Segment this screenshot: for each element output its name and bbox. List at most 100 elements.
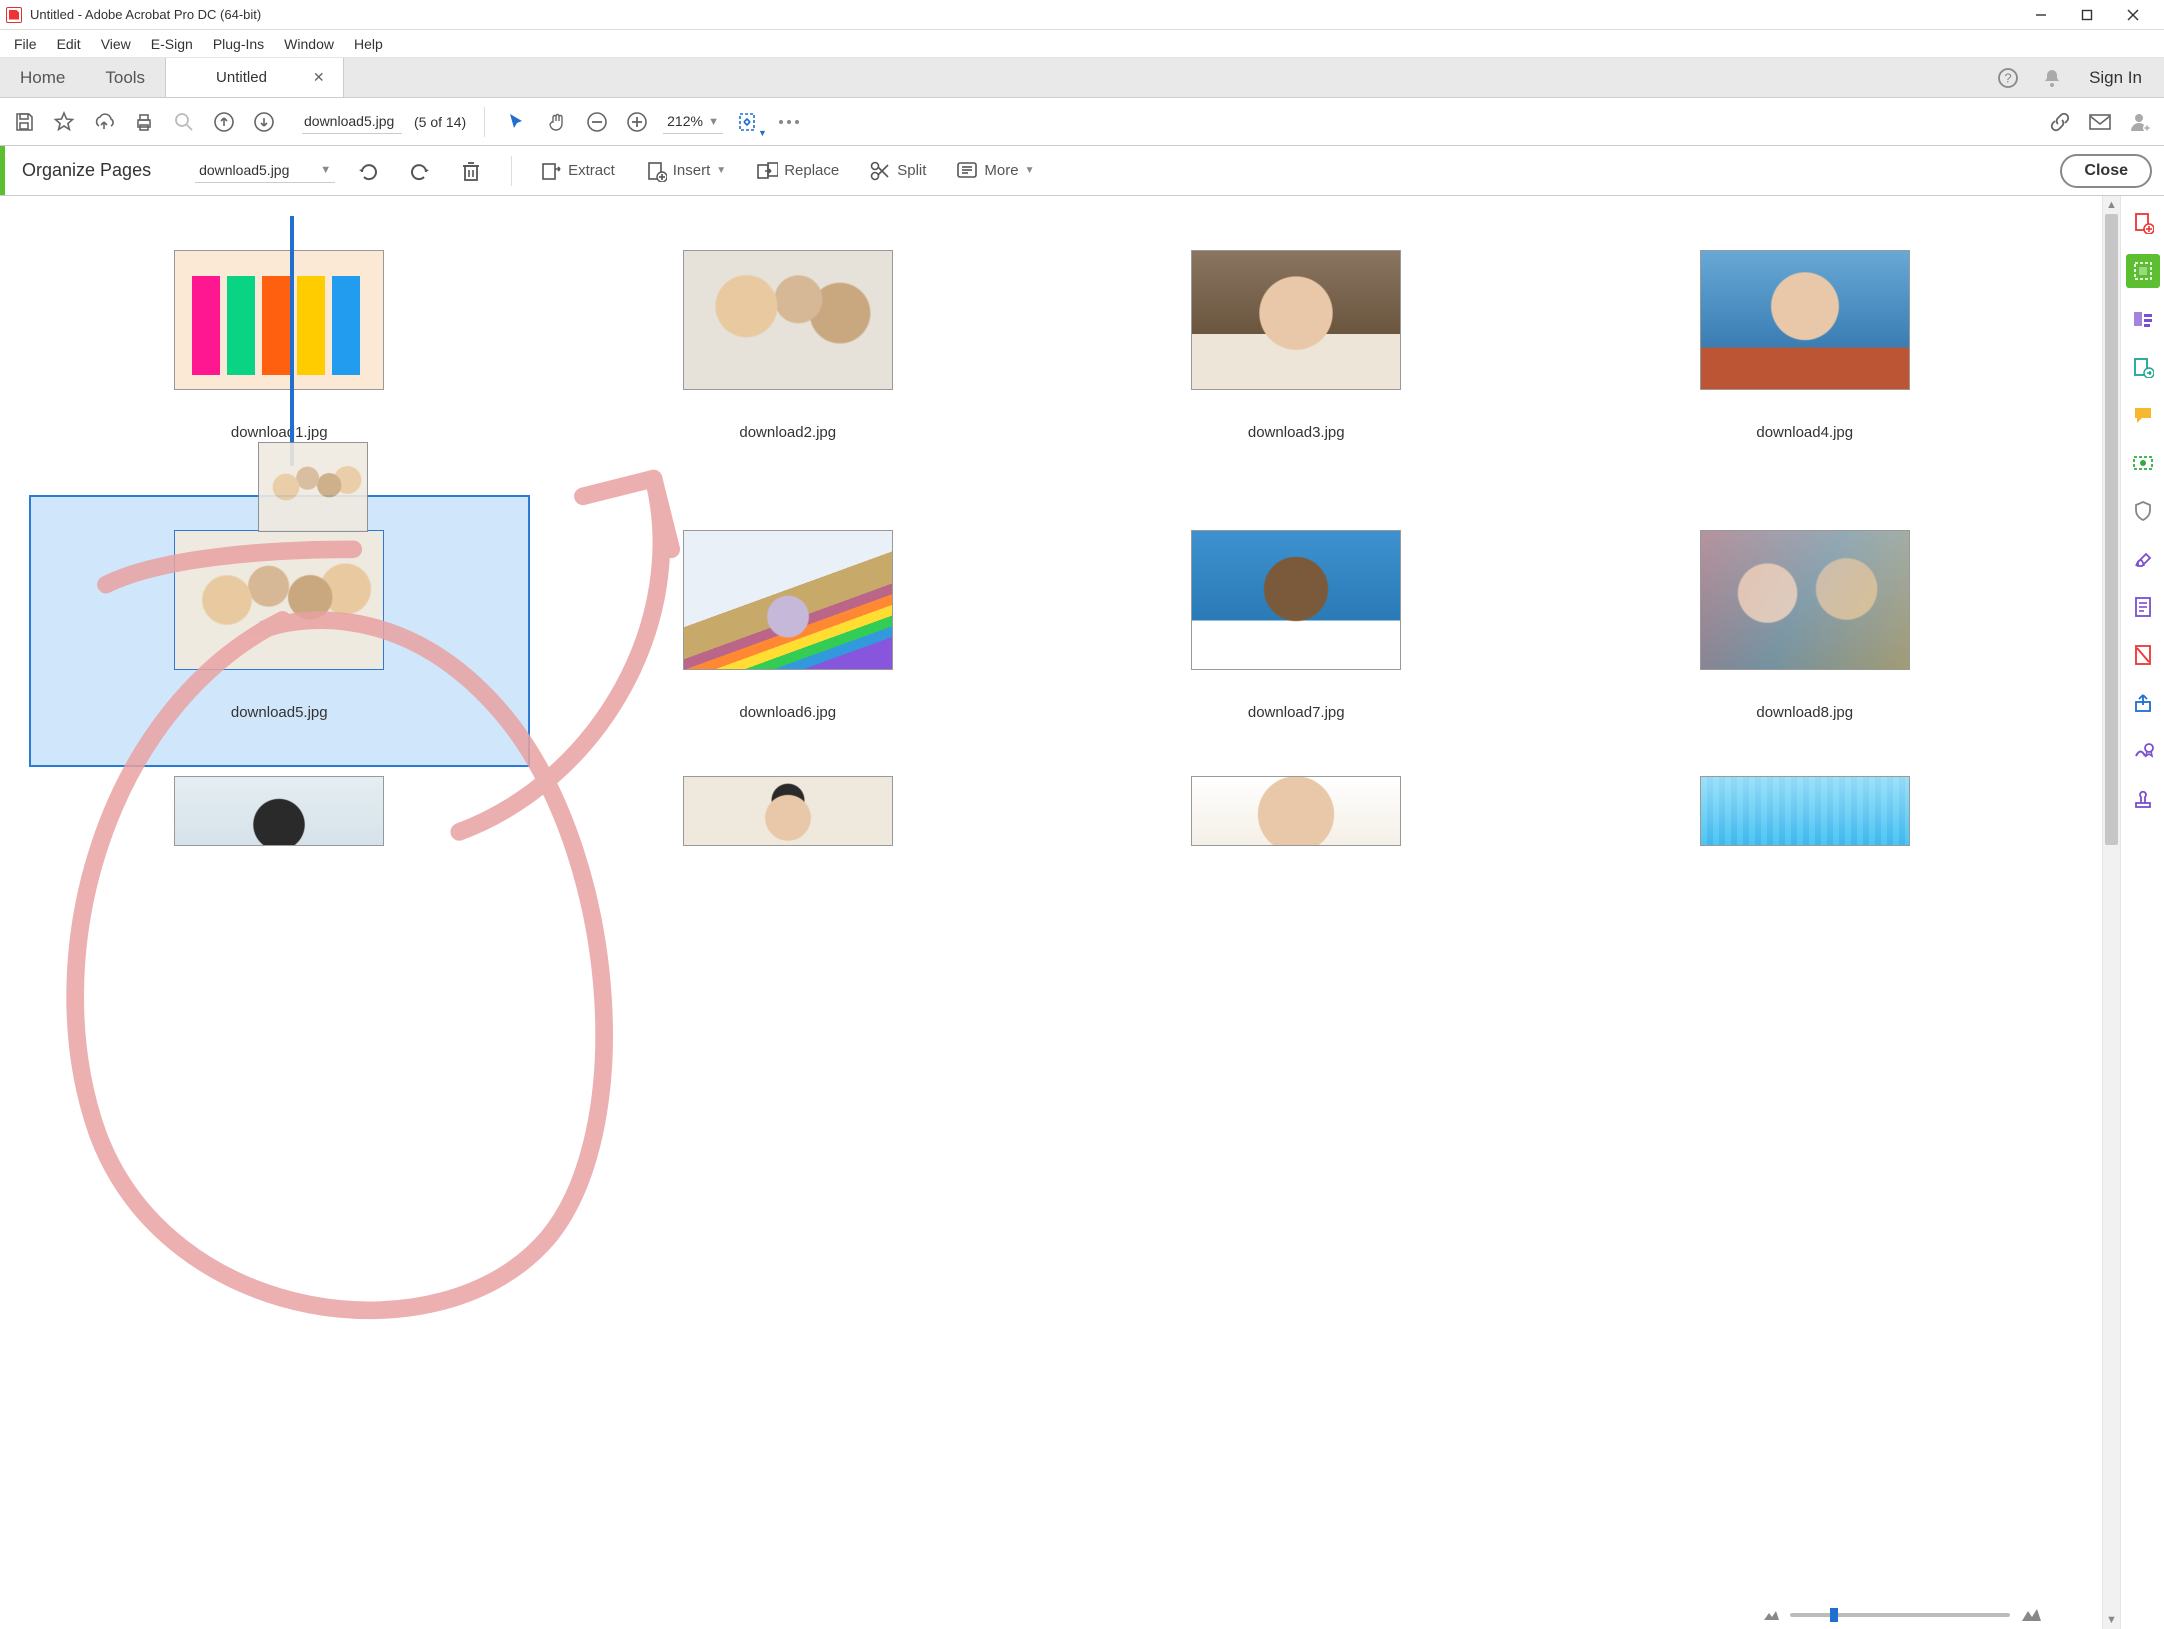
page-thumbnail-image[interactable]	[174, 250, 384, 390]
rotate-cw-button[interactable]	[401, 156, 439, 186]
page-up-icon[interactable]	[210, 108, 238, 136]
redact-icon[interactable]	[2126, 638, 2160, 672]
app-icon	[6, 7, 22, 23]
save-icon[interactable]	[10, 108, 38, 136]
page-thumbnail[interactable]: download3.jpg	[1047, 216, 1546, 486]
page-thumbnail[interactable]	[30, 776, 529, 866]
window-maximize-button[interactable]	[2064, 0, 2110, 30]
share-link-icon[interactable]	[2046, 108, 2074, 136]
page-thumbnail-image[interactable]	[683, 530, 893, 670]
drag-insertion-indicator	[290, 216, 294, 466]
page-thumbnail-label: download7.jpg	[1248, 704, 1345, 721]
organize-pages-title: Organize Pages	[22, 160, 151, 181]
scroll-down-button[interactable]: ▼	[2103, 1611, 2120, 1629]
insert-button[interactable]: Insert ▼	[637, 156, 734, 186]
vertical-scrollbar[interactable]: ▲ ▼	[2102, 196, 2120, 1629]
page-thumbnail[interactable]: download4.jpg	[1556, 216, 2055, 486]
edit-pdf-icon[interactable]	[2126, 590, 2160, 624]
comment-icon[interactable]	[2126, 398, 2160, 432]
menu-file[interactable]: File	[4, 30, 47, 57]
page-thumbnail-label: download4.jpg	[1756, 424, 1853, 441]
more-tools-icon[interactable]	[775, 108, 803, 136]
create-pdf-icon[interactable]	[2126, 206, 2160, 240]
page-thumbnail-image[interactable]	[174, 530, 384, 670]
delete-page-button[interactable]	[453, 156, 491, 186]
page-thumbnail-image[interactable]	[1700, 530, 1910, 670]
sign-in-link[interactable]: Sign In	[2085, 68, 2146, 88]
page-thumbnail[interactable]	[1556, 776, 2055, 866]
current-file-field[interactable]: download5.jpg	[302, 109, 402, 134]
fit-page-icon[interactable]: ▼	[735, 108, 763, 136]
help-icon[interactable]: ?	[1997, 67, 2019, 89]
page-thumbnail-image[interactable]	[1191, 530, 1401, 670]
combine-files-icon[interactable]	[2126, 302, 2160, 336]
scroll-up-button[interactable]: ▲	[2103, 196, 2120, 214]
organize-close-button[interactable]: Close	[2060, 154, 2152, 188]
page-thumbnails-area[interactable]: download1.jpgdownload2.jpgdownload3.jpgd…	[0, 196, 2102, 1629]
zoom-in-icon[interactable]	[623, 108, 651, 136]
page-thumbnail-image[interactable]	[1191, 250, 1401, 390]
hand-tool-icon[interactable]	[543, 108, 571, 136]
tab-home[interactable]: Home	[0, 58, 85, 97]
menu-help[interactable]: Help	[344, 30, 393, 57]
window-minimize-button[interactable]	[2018, 0, 2064, 30]
menu-plugins[interactable]: Plug-Ins	[203, 30, 274, 57]
menu-esign[interactable]: E-Sign	[141, 30, 203, 57]
page-thumbnail-image[interactable]	[1191, 776, 1401, 846]
tab-document[interactable]: Untitled ✕	[165, 58, 344, 97]
export-pdf-icon[interactable]	[2126, 350, 2160, 384]
fill-sign-icon[interactable]	[2126, 542, 2160, 576]
page-thumbnail-image[interactable]	[683, 776, 893, 846]
page-thumbnail[interactable]: download8.jpg	[1556, 496, 2055, 766]
extract-button[interactable]: Extract	[532, 156, 623, 186]
zoom-out-icon[interactable]	[583, 108, 611, 136]
svg-text:?: ?	[2004, 70, 2011, 85]
page-thumbnail-label: download2.jpg	[739, 424, 836, 441]
account-icon[interactable]	[2126, 108, 2154, 136]
more-button[interactable]: More ▼	[948, 156, 1042, 186]
page-thumbnail-image[interactable]	[1700, 776, 1910, 846]
page-thumbnail[interactable]: download2.jpg	[539, 216, 1038, 486]
tab-document-close-icon[interactable]: ✕	[307, 67, 331, 88]
cloud-upload-icon[interactable]	[90, 108, 118, 136]
page-thumbnail[interactable]	[539, 776, 1038, 866]
page-thumbnail-image[interactable]	[174, 776, 384, 846]
rotate-ccw-button[interactable]	[349, 156, 387, 186]
organize-file-select[interactable]: download5.jpg ▼	[195, 158, 335, 183]
page-thumbnail[interactable]: download7.jpg	[1047, 496, 1546, 766]
zoom-small-icon	[1762, 1608, 1780, 1622]
page-thumbnail-image[interactable]	[1700, 250, 1910, 390]
menu-edit[interactable]: Edit	[47, 30, 91, 57]
thumbnail-zoom-slider[interactable]	[1762, 1605, 2042, 1625]
print-icon[interactable]	[130, 108, 158, 136]
selection-tool-icon[interactable]	[503, 108, 531, 136]
share-icon[interactable]	[2126, 686, 2160, 720]
split-button[interactable]: Split	[861, 156, 934, 186]
scroll-thumb[interactable]	[2105, 214, 2118, 845]
menu-view[interactable]: View	[91, 30, 141, 57]
page-thumbnail-label: download5.jpg	[231, 704, 328, 721]
page-thumbnail[interactable]: download5.jpg	[30, 496, 529, 766]
protect-icon[interactable]	[2126, 494, 2160, 528]
window-close-button[interactable]	[2110, 0, 2156, 30]
zoom-slider-knob[interactable]	[1830, 1608, 1838, 1622]
email-icon[interactable]	[2086, 108, 2114, 136]
notifications-icon[interactable]	[2041, 67, 2063, 89]
zoom-select[interactable]: 212%	[663, 109, 723, 134]
page-thumbnail[interactable]	[1047, 776, 1546, 866]
page-thumbnail[interactable]: download6.jpg	[539, 496, 1038, 766]
stamp-icon[interactable]	[2126, 782, 2160, 816]
replace-button[interactable]: Replace	[748, 156, 847, 186]
page-thumbnail-image[interactable]	[683, 250, 893, 390]
zoom-slider-track[interactable]	[1790, 1613, 2010, 1617]
page-thumbnail-label: download8.jpg	[1756, 704, 1853, 721]
organize-pages-icon[interactable]	[2126, 254, 2160, 288]
star-icon[interactable]	[50, 108, 78, 136]
menu-bar: File Edit View E-Sign Plug-Ins Window He…	[0, 30, 2164, 58]
tab-tools[interactable]: Tools	[85, 58, 165, 97]
page-down-icon[interactable]	[250, 108, 278, 136]
scan-ocr-icon[interactable]	[2126, 446, 2160, 480]
menu-window[interactable]: Window	[274, 30, 344, 57]
zoom-large-icon	[2020, 1607, 2042, 1623]
certificates-icon[interactable]	[2126, 734, 2160, 768]
